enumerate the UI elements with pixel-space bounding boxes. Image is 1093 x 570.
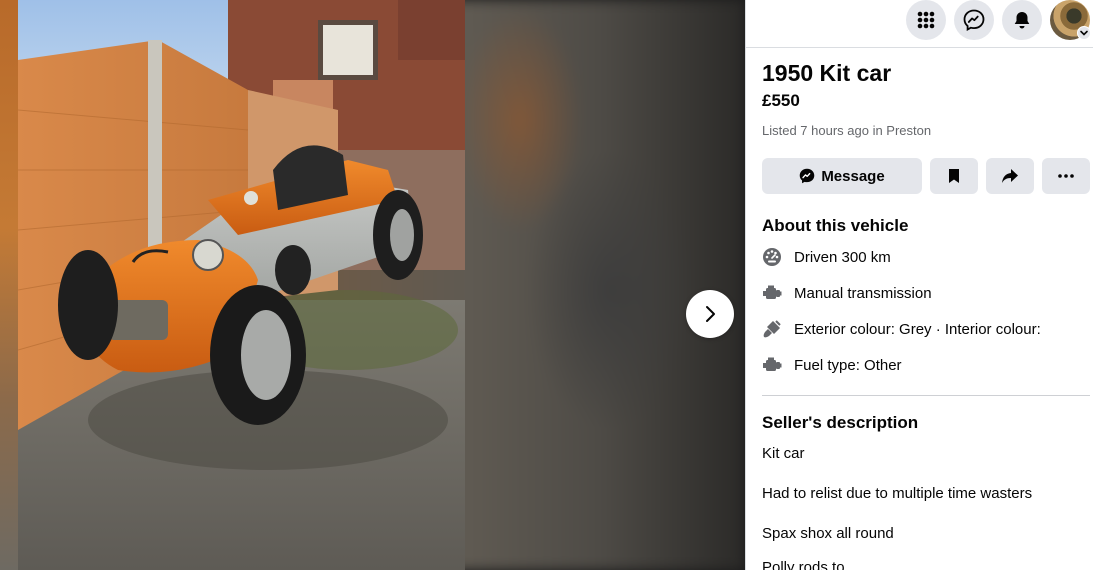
description-line: Kit car [762,445,805,462]
spec-transmission-text: Manual transmission [794,284,932,302]
about-vehicle-heading: About this vehicle [762,216,909,235]
message-button-label: Message [821,167,885,185]
top-navigation-bar [746,0,1093,48]
speedometer-icon [762,247,782,267]
chevron-right-icon [706,306,715,322]
seller-description-heading: Seller's description [762,413,919,432]
engine-icon [762,355,782,375]
messenger-button[interactable] [954,0,994,40]
grid-menu-icon [917,11,935,29]
photo-viewer [0,0,745,570]
section-divider [762,395,1090,396]
messenger-icon [963,9,985,31]
spec-mileage: Driven 300 km [762,246,891,268]
listing-photo[interactable] [18,0,465,570]
share-button[interactable] [986,158,1034,194]
bookmark-icon [949,169,959,183]
description-line: Had to relist due to multiple time waste… [762,485,1033,502]
messenger-icon [800,168,815,184]
share-arrow-icon [1002,169,1018,183]
spec-mileage-text: Driven 300 km [794,248,891,266]
spec-fuel-text: Fuel type: Other [794,356,902,374]
listing-details-panel: 1950 Kit car £550 Listed 7 hours ago in … [745,0,1093,570]
ellipsis-icon [1058,174,1074,178]
notifications-button[interactable] [1002,0,1042,40]
spec-colour: Exterior colour: Grey · Interior colour: [762,318,1041,340]
menu-button[interactable] [906,0,946,40]
bell-icon [1014,12,1030,29]
previous-photo-edge [0,0,18,570]
action-bar: Message [762,158,1090,194]
spec-fuel: Fuel type: Other [762,354,902,376]
account-menu-toggle[interactable] [1077,26,1091,40]
spec-transmission: Manual transmission [762,282,932,304]
spec-colour-text: Exterior colour: Grey · Interior colour: [794,320,1041,338]
paint-brush-icon [762,319,782,339]
description-line: Spax shox all round [762,525,894,542]
engine-icon [762,283,782,303]
description-line: Polly rods to [762,559,845,570]
more-options-button[interactable] [1042,158,1090,194]
message-button[interactable]: Message [762,158,922,194]
listing-title: 1950 Kit car [762,60,892,86]
listing-price: £550 [762,91,800,110]
save-button[interactable] [930,158,978,194]
chevron-down-icon [1080,30,1088,36]
next-photo-button[interactable] [686,290,734,338]
listing-meta: Listed 7 hours ago in Preston [762,123,932,138]
